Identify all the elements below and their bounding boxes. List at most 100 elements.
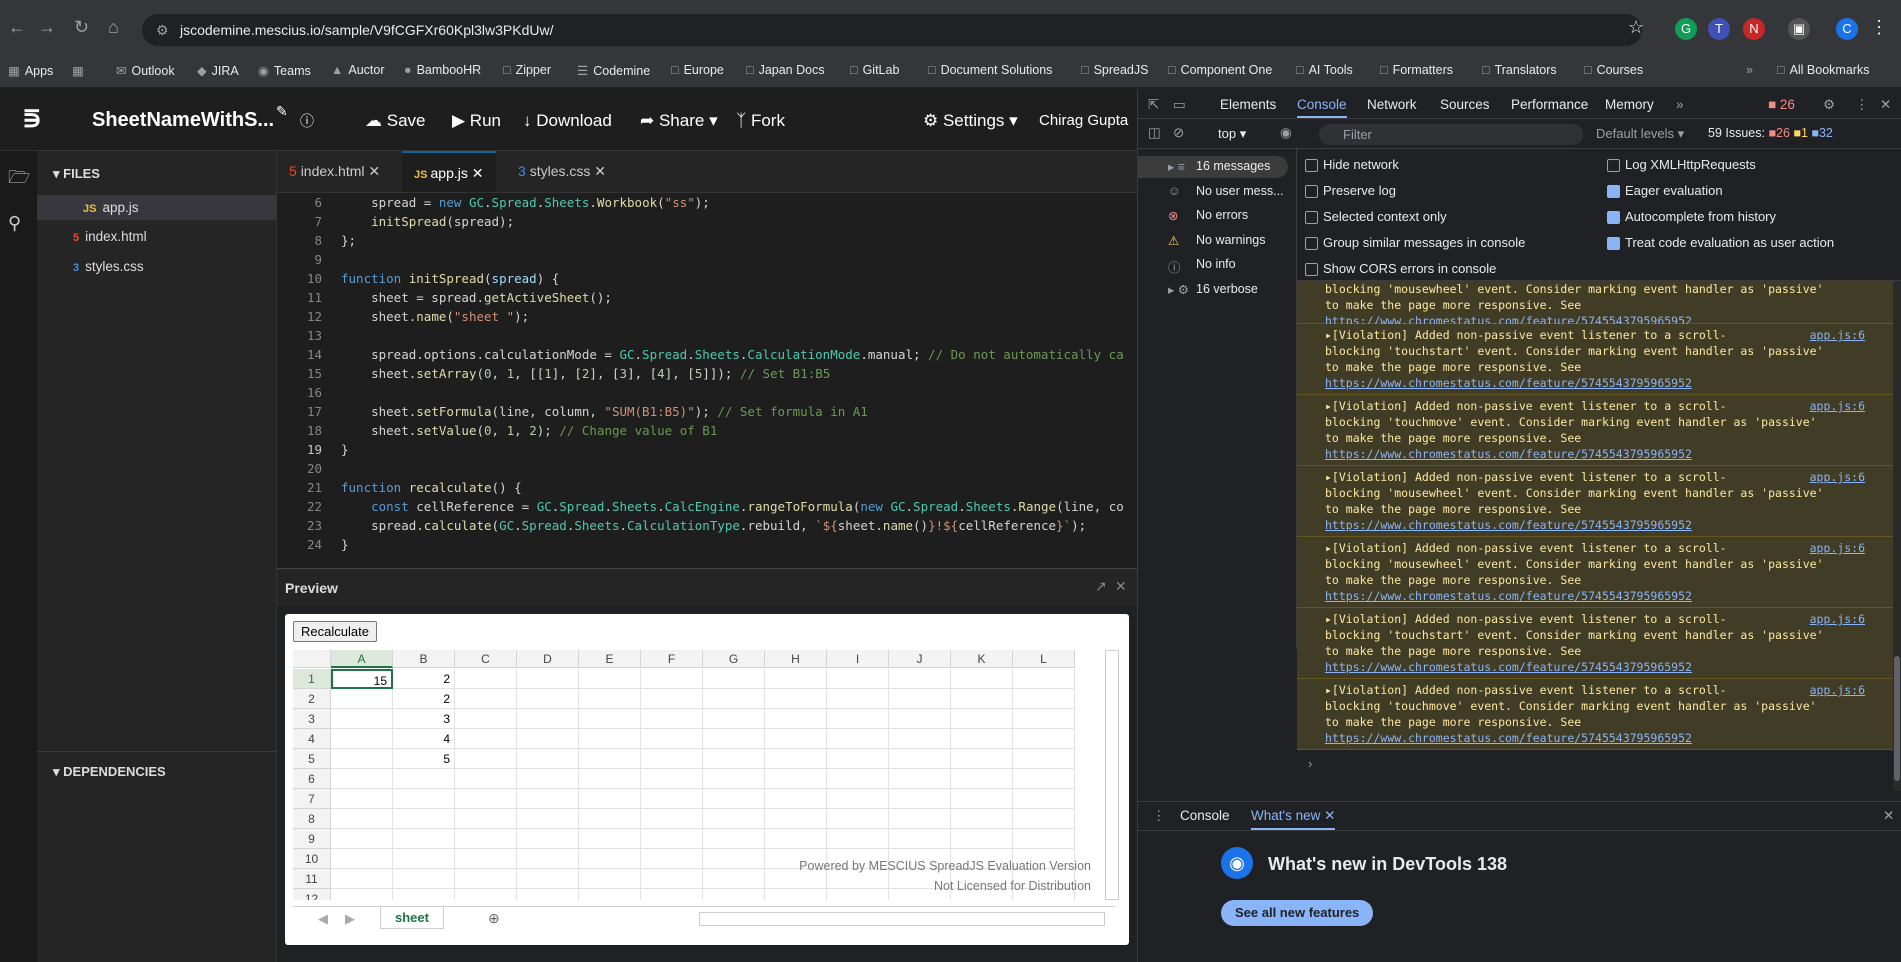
grid-cell[interactable] [393,889,455,900]
row-header[interactable]: 2 [293,689,331,709]
grid-cell[interactable] [455,769,517,789]
grid-cell[interactable] [703,869,765,889]
file-app-js[interactable]: JS app.js [37,195,276,220]
row-header[interactable]: 5 [293,749,331,769]
edit-icon[interactable]: ✎ [276,103,288,120]
row-header[interactable]: 1 [293,669,331,689]
console-filter-input[interactable]: Filter [1319,124,1583,145]
grid-cell[interactable] [517,669,579,689]
file-styles-css[interactable]: 3 styles.css [73,259,144,274]
grid-cell[interactable] [455,809,517,829]
grid-cell[interactable] [517,789,579,809]
grid-cell[interactable]: 4 [393,729,455,749]
console-violation-message[interactable]: blocking 'mousewheel' event. Consider ma… [1297,281,1893,328]
grid-cell[interactable] [331,849,393,869]
grid-cell[interactable] [1013,789,1075,809]
grid-cell[interactable] [827,829,889,849]
inspect-icon[interactable]: ⇱ [1148,97,1159,113]
back-icon[interactable]: ← [8,17,26,38]
share-button[interactable]: ➦ Share ▾ [640,111,718,131]
grid-cell[interactable] [703,809,765,829]
grid-cell[interactable] [579,689,641,709]
search-icon[interactable]: ⚲ [8,213,21,234]
grid-cell[interactable] [1013,809,1075,829]
grid-cell[interactable] [331,709,393,729]
grid-cell[interactable] [641,689,703,709]
kebab-menu-icon[interactable]: ⋮ [1855,97,1869,113]
bookmark-outlook[interactable]: ✉ Outlook [116,63,175,78]
eager-evaluation-checkbox[interactable]: Eager evaluation [1607,183,1723,198]
add-sheet-icon[interactable]: ⊕ [488,910,500,927]
grid-cell[interactable] [331,689,393,709]
grid-cell[interactable] [765,889,827,900]
grid-cell[interactable] [455,829,517,849]
grid-cell[interactable] [455,669,517,689]
horizontal-scrollbar[interactable] [699,912,1105,926]
grid-cell[interactable] [827,689,889,709]
gear-icon[interactable]: ⚙ [1823,97,1835,113]
column-header[interactable]: L [1013,650,1075,668]
row-header[interactable]: 6 [293,769,331,789]
grid-cell[interactable] [951,669,1013,689]
group-similar-checkbox[interactable]: Group similar messages in console [1305,235,1525,250]
grid-cell[interactable] [517,809,579,829]
issues-button[interactable]: 59 Issues: ■26 ■1 ■32 [1708,126,1833,140]
device-toolbar-icon[interactable]: ▭ [1173,97,1186,113]
bookmark-component-one[interactable]: □ Component One [1168,63,1272,77]
bookmark-teams[interactable]: ◉ Teams [258,63,311,78]
vertical-scrollbar[interactable] [1105,650,1119,900]
treat-code-eval-checkbox[interactable]: Treat code evaluation as user action [1607,235,1834,250]
grid-cell[interactable] [703,769,765,789]
grid-cell[interactable] [641,709,703,729]
more-tabs-icon[interactable]: » [1676,97,1684,112]
drawer-tab-whats-new[interactable]: What's new ✕ [1251,808,1336,830]
tab-styles-css[interactable]: 3 styles.css ✕ [506,151,618,192]
puzzle-icon[interactable]: ▣ [1788,18,1810,40]
files-header[interactable]: ▾ FILES [53,166,100,182]
bookmark-zipper[interactable]: □ Zipper [503,63,551,77]
extension-icon[interactable]: G [1675,18,1697,40]
grid-cell[interactable] [455,709,517,729]
row-header[interactable]: 10 [293,849,331,869]
grid-cell[interactable] [765,709,827,729]
tab-sources[interactable]: Sources [1440,97,1490,112]
grid-cell[interactable] [455,749,517,769]
grid-cell[interactable] [393,869,455,889]
grid-cell[interactable] [517,709,579,729]
selected-context-checkbox[interactable]: Selected context only [1305,209,1447,224]
column-header[interactable]: E [579,650,641,668]
grid-cell[interactable] [331,749,393,769]
grid-cell[interactable] [641,809,703,829]
dependencies-header[interactable]: ▾ DEPENDENCIES [53,764,166,780]
grid-cell[interactable] [703,689,765,709]
grid-cell[interactable] [579,749,641,769]
grid-cell[interactable] [951,689,1013,709]
grid-cell[interactable] [765,809,827,829]
grid-cell[interactable] [827,809,889,829]
fork-button[interactable]: ᛉ Fork [736,111,785,131]
user-name[interactable]: Chirag Gupta [1039,112,1128,129]
close-icon[interactable]: ✕ [1115,578,1127,595]
bookmark-codemine[interactable]: ☰ Codemine [577,63,650,78]
grid-cell[interactable] [641,729,703,749]
column-header[interactable]: J [889,650,951,668]
bookmark-auctor[interactable]: ▲ Auctor [331,63,385,77]
settings-button[interactable]: ⚙ Settings ▾ [923,111,1018,131]
next-sheet-icon[interactable]: ▶ [345,911,355,927]
column-header[interactable]: K [951,650,1013,668]
grid-cell[interactable] [889,669,951,689]
drawer-close-icon[interactable]: ✕ [1883,808,1894,824]
grid-cell[interactable] [517,849,579,869]
grid-cell[interactable] [641,749,703,769]
bookmark-apps[interactable]: ▦ Apps [8,63,53,78]
grid-cell[interactable] [827,789,889,809]
cors-errors-checkbox[interactable]: Show CORS errors in console [1305,261,1496,276]
grid-cell[interactable]: 3 [393,709,455,729]
grid-cell[interactable] [1013,729,1075,749]
grid-cell[interactable] [765,749,827,769]
grid-cell[interactable] [827,729,889,749]
grid-cell[interactable] [1013,689,1075,709]
download-button[interactable]: ↓ Download [523,111,612,131]
grid-cell[interactable]: 15 [331,669,393,689]
grid-cell[interactable] [517,869,579,889]
